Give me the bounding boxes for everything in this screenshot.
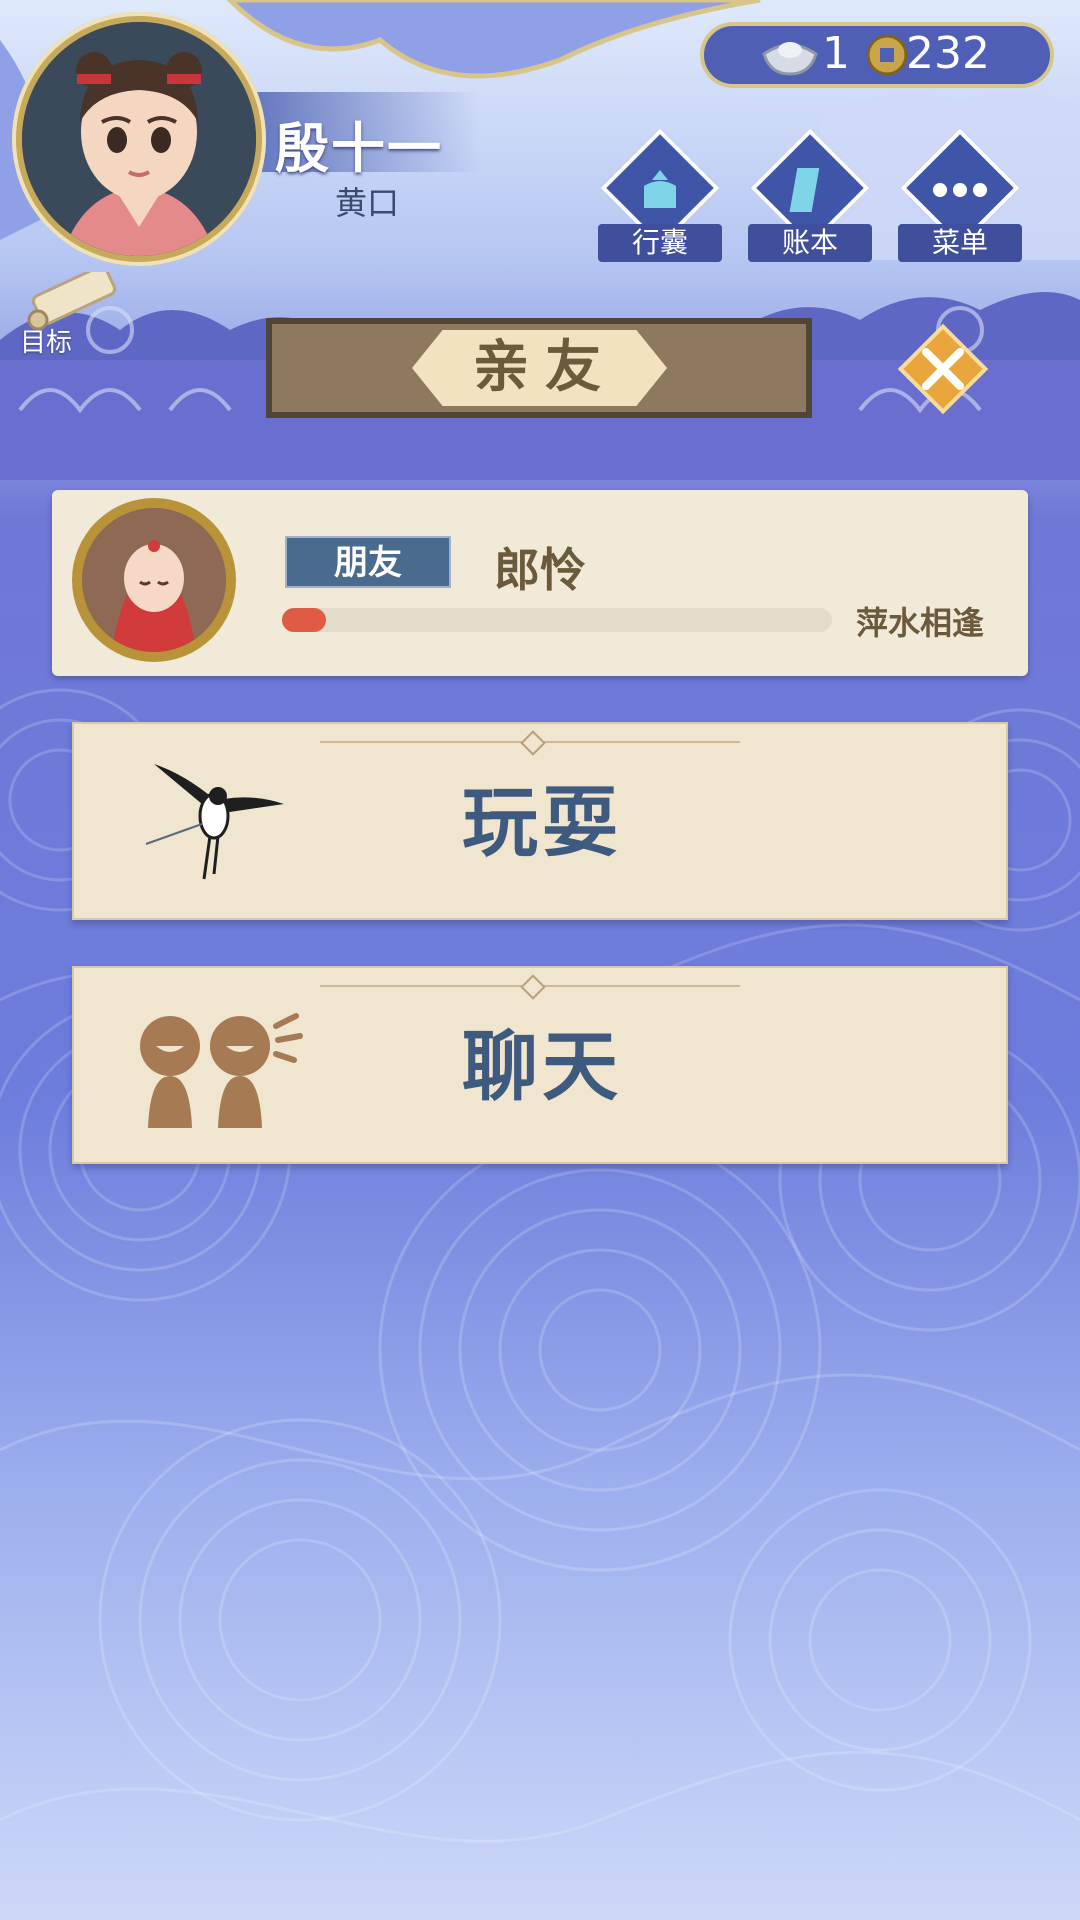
bag-button[interactable]: 行囊 [598, 128, 722, 262]
friend-name: 郎怜 [494, 543, 586, 597]
bag-label: 行囊 [598, 224, 722, 262]
panel-title-plate: 亲友 [266, 318, 812, 418]
close-icon[interactable] [896, 322, 990, 416]
player-name: 殷十一 [275, 117, 443, 180]
play-button[interactable]: 玩耍 [72, 722, 1008, 920]
play-label: 玩耍 [462, 778, 622, 867]
panel-title: 亲友 [473, 335, 617, 400]
coin-count: 232 [906, 28, 990, 79]
chat-label: 聊天 [462, 1022, 622, 1111]
copper-coin-icon [866, 34, 908, 76]
ledger-label: 账本 [748, 224, 872, 262]
silver-ingot-icon [762, 42, 818, 76]
menu-button[interactable]: 菜单 [898, 128, 1022, 262]
bond-progress-bar [282, 608, 832, 632]
relation-tag: 朋友 [285, 536, 451, 588]
player-portrait [22, 22, 256, 256]
bond-level-label: 萍水相逢 [856, 604, 985, 642]
player-avatar[interactable] [12, 12, 266, 266]
ledger-button[interactable]: 账本 [748, 128, 872, 262]
chat-button[interactable]: 聊天 [72, 966, 1008, 1164]
goal-label: 目标 [20, 328, 73, 358]
player-rank: 黄口 [335, 184, 400, 222]
friend-avatar [72, 498, 236, 662]
silver-count: 1 [822, 28, 850, 79]
bond-progress-fill [282, 608, 326, 632]
menu-label: 菜单 [898, 224, 1022, 262]
friend-portrait [82, 508, 226, 652]
